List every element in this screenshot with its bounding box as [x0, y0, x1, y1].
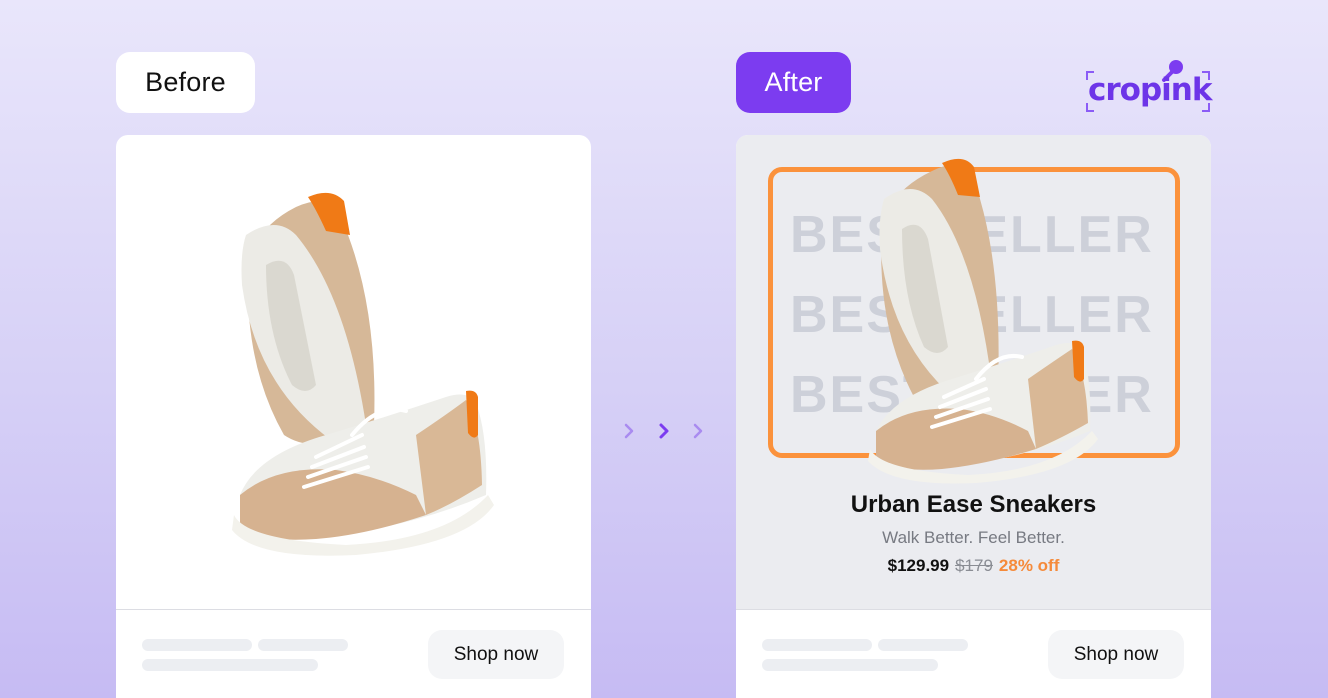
after-product-banner: BESTSELLER BESTSELLER BESTSELLER [736, 135, 1211, 609]
shop-now-button[interactable]: Shop now [428, 630, 564, 679]
skeleton-line [258, 639, 348, 651]
before-product-image [116, 135, 591, 609]
chevron-right-icon [624, 423, 634, 439]
skeleton-line [142, 659, 318, 671]
before-label: Before [116, 52, 255, 113]
arrows-group [624, 423, 703, 439]
sneakers-image [232, 192, 494, 556]
discount-badge: 28% off [998, 556, 1060, 575]
after-card: BESTSELLER BESTSELLER BESTSELLER [736, 135, 1211, 698]
skeleton-line [878, 639, 968, 651]
after-card-footer: Shop now [736, 609, 1211, 698]
chevron-right-icon [659, 423, 669, 439]
skeleton-line [142, 639, 252, 651]
brand-logo: cropink [1084, 58, 1212, 114]
chevron-right-icon [693, 423, 703, 439]
brand-name: cropink [1088, 72, 1212, 108]
current-price: $129.99 [887, 556, 950, 575]
after-label: After [736, 52, 851, 113]
old-price: $179 [955, 556, 993, 575]
before-card: Shop now [116, 135, 591, 698]
product-title: Urban Ease Sneakers [850, 491, 1097, 518]
shop-now-button[interactable]: Shop now [1048, 630, 1184, 679]
skeleton-line [762, 659, 938, 671]
before-card-footer: Shop now [116, 609, 591, 698]
skeleton-line [762, 639, 872, 651]
price-row: $129.99 $179 28% off [736, 556, 1211, 576]
product-tagline: Walk Better. Feel Better. [882, 528, 1065, 547]
